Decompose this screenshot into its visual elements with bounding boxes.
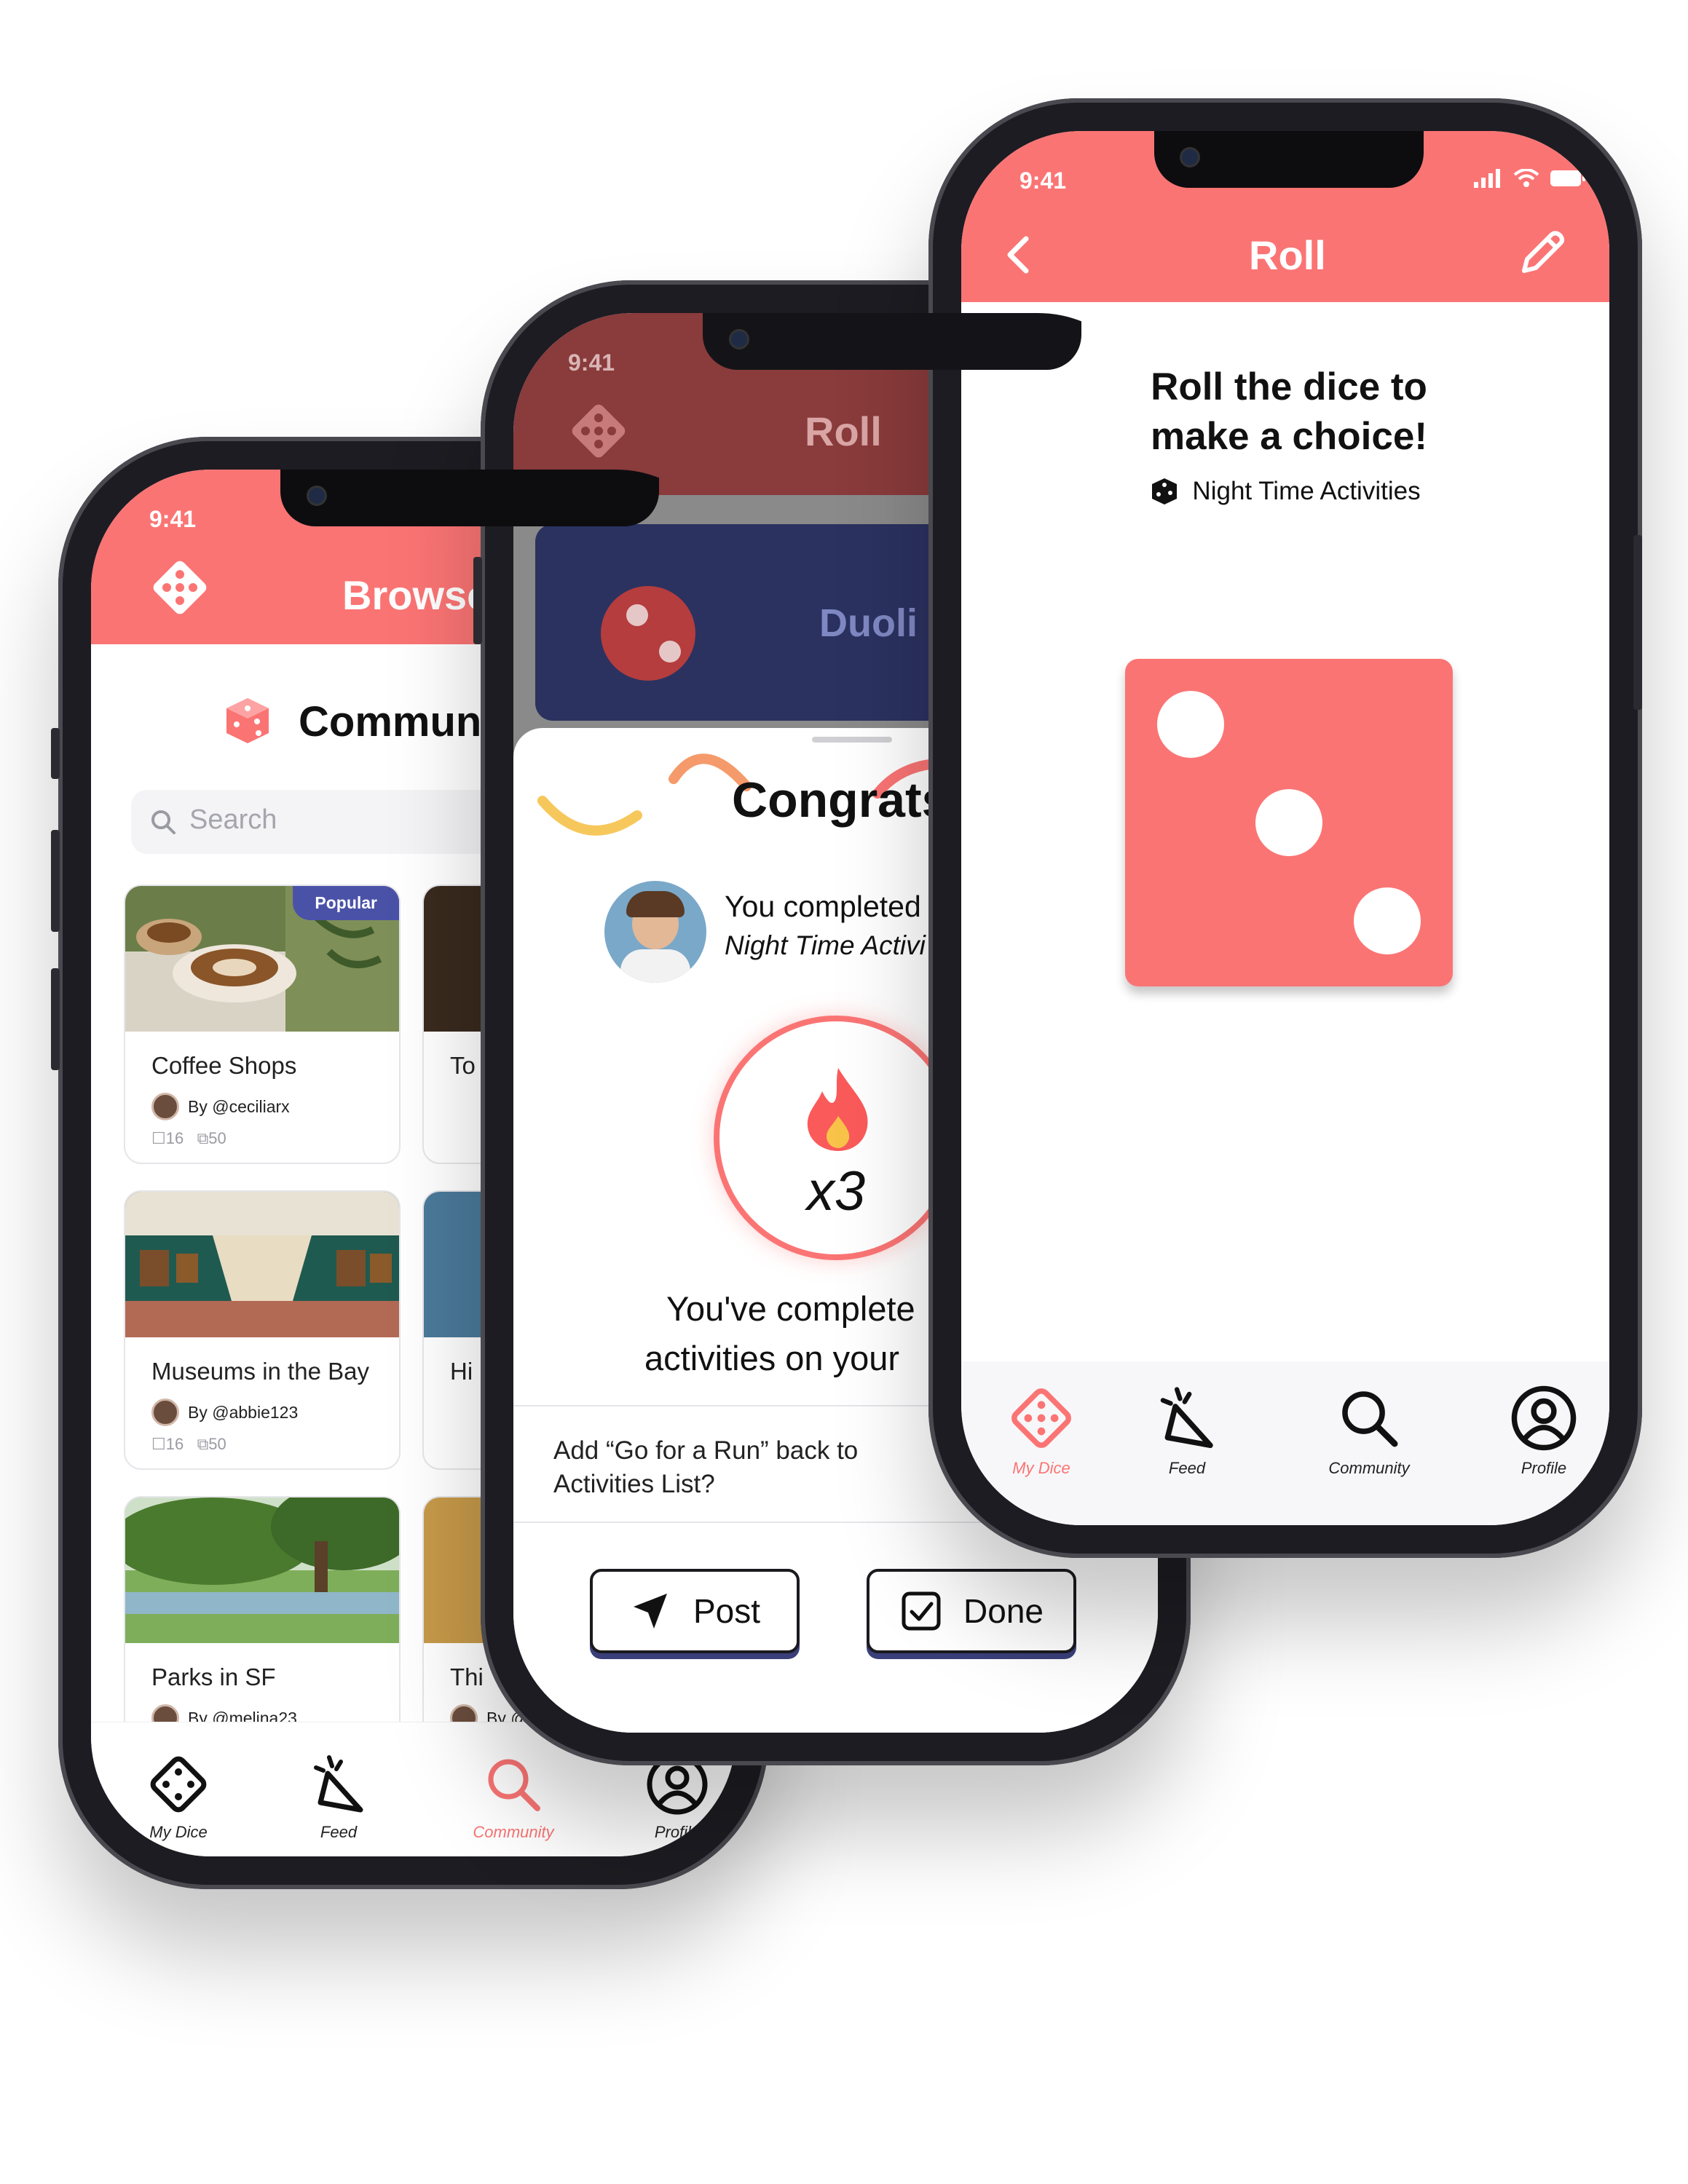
- card-title: Thi: [450, 1663, 484, 1690]
- add-back-prompt: Add “Go for a Run” back to Activities Li…: [553, 1436, 859, 1498]
- flame-icon: [807, 1068, 868, 1151]
- dice-icon: [1011, 1388, 1071, 1448]
- avatar: [151, 1398, 179, 1426]
- save-count: 16: [165, 1129, 184, 1147]
- dice-icon: [568, 400, 629, 462]
- card-author: By @abbie123: [151, 1398, 298, 1426]
- dice-icon: [150, 1756, 207, 1813]
- wifi-icon: [1513, 169, 1539, 187]
- search-input[interactable]: Search: [189, 804, 277, 836]
- card-title: Hi: [450, 1358, 473, 1385]
- collection-card-museums[interactable]: Museums in the Bay By @abbie123 ☐16 ⧉50: [124, 1190, 401, 1470]
- rolls-icon: ⧉: [197, 1435, 209, 1453]
- die-pip: [1157, 691, 1224, 758]
- tab-feed[interactable]: Feed: [291, 1752, 386, 1842]
- streak-ring: x3: [714, 1016, 958, 1260]
- tab-label: Feed: [320, 1823, 358, 1841]
- card-title: To: [450, 1052, 476, 1079]
- bookmark-icon: ☐: [151, 1129, 166, 1147]
- status-time: 9:41: [149, 506, 197, 532]
- streak-message-line1: You've complete: [666, 1289, 915, 1328]
- checkbox-icon: [902, 1591, 941, 1631]
- roll-count: 50: [208, 1129, 226, 1147]
- collection-card-coffee-shops[interactable]: Popular Coffee Shops By @ceciliarx ☐16 ⧉…: [124, 885, 401, 1164]
- edit-pencil-icon[interactable]: [1514, 226, 1569, 281]
- party-popper-icon: [1160, 1387, 1213, 1449]
- signal-icon: [1474, 169, 1500, 188]
- card-title: Parks in SF: [151, 1663, 276, 1690]
- tab-label: Profile: [654, 1823, 701, 1841]
- tab-label: Community: [473, 1823, 554, 1841]
- tab-my-dice[interactable]: My Dice: [131, 1752, 226, 1842]
- author-handle: By @ceciliarx: [188, 1096, 290, 1116]
- tab-label: My Dice: [1012, 1459, 1070, 1477]
- dice-name-row: Night Time Activities: [961, 477, 1609, 506]
- tab-community[interactable]: Community: [455, 1752, 572, 1842]
- post-button[interactable]: Post: [590, 1569, 800, 1653]
- save-count: 16: [165, 1435, 184, 1453]
- notch: [280, 470, 659, 526]
- post-label: Post: [693, 1592, 761, 1630]
- tab-label: Community: [1328, 1459, 1410, 1477]
- search-icon: [488, 1759, 540, 1811]
- notch: [703, 313, 1081, 370]
- park-image: [125, 1497, 399, 1643]
- card-stats: ☐16 ⧉50: [151, 1435, 226, 1454]
- museum-image: [125, 1192, 399, 1337]
- roll-title: Roll: [1249, 232, 1326, 278]
- author-handle: By @abbie123: [188, 1402, 299, 1422]
- card-title: Coffee Shops: [151, 1052, 297, 1079]
- rolled-die[interactable]: [1125, 659, 1453, 986]
- dice-icon[interactable]: [149, 557, 210, 618]
- die-pip: [1255, 789, 1322, 856]
- completed-line2: Night Time Activi: [725, 930, 926, 960]
- streak-count: x3: [806, 1160, 866, 1222]
- notch: [1154, 131, 1424, 188]
- tab-label: Feed: [1168, 1459, 1206, 1477]
- done-button[interactable]: Done: [867, 1569, 1076, 1653]
- tab-label: Profile: [1521, 1459, 1567, 1477]
- card-stats: ☐16 ⧉50: [151, 1129, 226, 1148]
- roll-count: 50: [208, 1435, 226, 1453]
- card-author: By @ceciliarx: [151, 1093, 290, 1120]
- roll-heading: Roll the dice to make a choice!: [1150, 365, 1428, 458]
- dice-cube-icon: [1152, 478, 1178, 505]
- browse-title: Browse: [342, 572, 490, 618]
- die-pip: [1354, 887, 1421, 954]
- profile-icon: [1511, 1385, 1577, 1451]
- streak-message-line2: activities on your: [644, 1339, 900, 1377]
- completed-line1: You completed: [725, 890, 921, 923]
- send-icon: [633, 1594, 667, 1629]
- tab-label: My Dice: [149, 1823, 208, 1841]
- bookmark-icon: ☐: [151, 1435, 166, 1453]
- tab-my-dice[interactable]: My Dice: [994, 1383, 1089, 1478]
- status-time: 9:41: [1019, 167, 1067, 194]
- roll-tab-bar: My Dice Feed Community Profile: [961, 1361, 1609, 1525]
- search-icon: [151, 810, 175, 834]
- search-icon: [1342, 1391, 1398, 1447]
- done-label: Done: [963, 1592, 1044, 1630]
- rolls-icon: ⧉: [197, 1129, 209, 1147]
- popular-badge: Popular: [293, 886, 399, 920]
- card-title: Museums in the Bay: [151, 1358, 369, 1385]
- community-section-icon: [222, 695, 273, 746]
- banner-text: Duoli: [819, 601, 918, 645]
- party-popper-icon: [314, 1755, 363, 1813]
- tab-community[interactable]: Community: [1304, 1383, 1435, 1478]
- avatar: [604, 881, 706, 983]
- tab-profile[interactable]: Profile: [1496, 1383, 1591, 1478]
- status-icons: [1474, 169, 1586, 188]
- dim-title: Roll: [805, 408, 882, 454]
- congrats-heading: Congrats: [732, 772, 950, 828]
- tab-feed[interactable]: Feed: [1140, 1383, 1234, 1478]
- status-time: 9:41: [568, 349, 615, 376]
- dice-name: Night Time Activities: [1192, 477, 1421, 505]
- back-chevron-icon[interactable]: [1001, 233, 1038, 277]
- avatar: [151, 1093, 179, 1120]
- battery-icon: [1550, 170, 1585, 186]
